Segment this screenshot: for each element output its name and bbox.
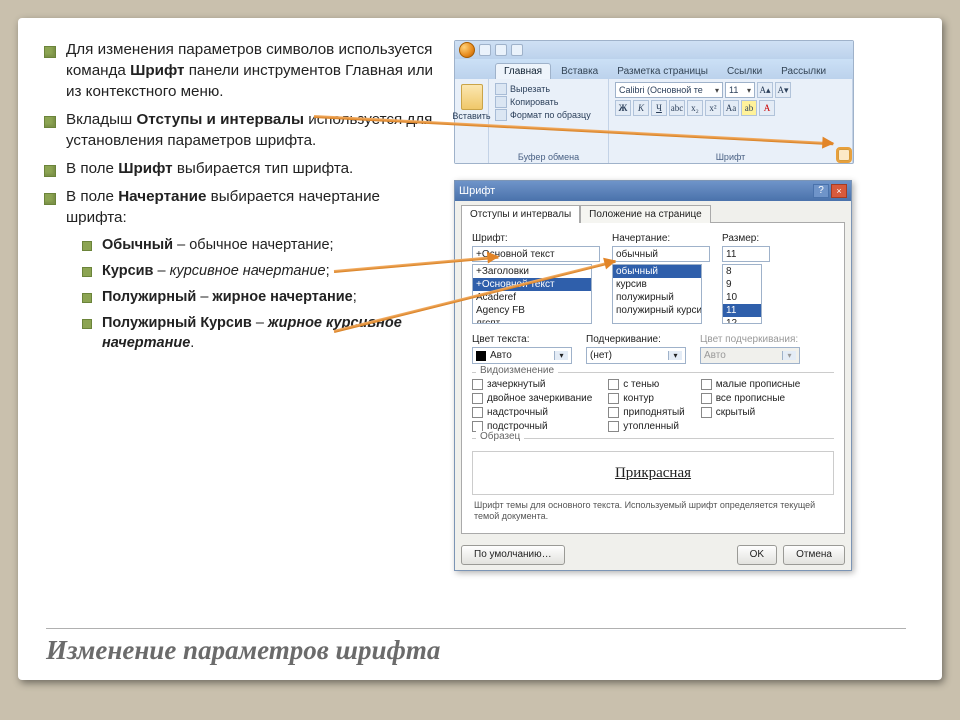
font-name-combo[interactable]: Calibri (Основной те▾: [615, 82, 723, 98]
underline-color-dropdown: Авто▾: [700, 347, 800, 364]
font-dialog: Шрифт ? × Отступы и интервалы Положение …: [454, 180, 852, 571]
highlight-icon[interactable]: ab: [741, 100, 757, 116]
color-dropdown[interactable]: Авто▾: [472, 347, 572, 364]
ok-button[interactable]: OK: [737, 545, 777, 565]
chk-super[interactable]: надстрочный: [472, 407, 592, 418]
tab-layout[interactable]: Разметка страницы: [608, 63, 717, 79]
bullet-3: В поле Шрифт выбирается тип шрифта.: [44, 159, 444, 180]
label-underline: Подчеркивание:: [586, 334, 686, 345]
slide: Для изменения параметров символов исполь…: [18, 18, 942, 680]
cut-icon[interactable]: [495, 83, 507, 95]
clipboard-group: Вырезать Копировать Формат по образцу Бу…: [489, 79, 609, 163]
chk-dstrike[interactable]: двойное зачеркивание: [472, 393, 592, 404]
format-painter-icon[interactable]: [495, 109, 507, 121]
font-group-label: Шрифт: [609, 152, 852, 162]
chk-allcaps[interactable]: все прописные: [701, 393, 801, 404]
label-font: Шрифт:: [472, 233, 600, 244]
chk-shadow[interactable]: с тенью: [608, 379, 684, 390]
sample-note: Шрифт темы для основного текста. Использ…: [474, 500, 832, 522]
tab-home[interactable]: Главная: [495, 63, 551, 79]
change-case-icon[interactable]: Aa: [723, 100, 739, 116]
copy-icon[interactable]: [495, 96, 507, 108]
italic-icon[interactable]: К: [633, 100, 649, 116]
bullet-2: Вкладыш Отступы и интервалы используется…: [44, 110, 444, 152]
font-group: Calibri (Основной те▾ 11▾ A▴ A▾ Ж К Ч ab…: [609, 79, 853, 163]
office-button-icon[interactable]: [459, 42, 475, 58]
bullet-4: В поле Начертание выбирается начертание …: [44, 187, 444, 353]
underline-icon[interactable]: Ч: [651, 100, 667, 116]
dialog-title: Шрифт: [459, 185, 495, 197]
size-input[interactable]: 11: [722, 246, 770, 262]
size-listbox[interactable]: 8 9 10 11 12: [722, 264, 762, 324]
paste-label: Вставить: [452, 111, 490, 121]
sub-2: Курсив – курсивное начертание;: [82, 261, 444, 281]
ribbon-mock: Главная Вставка Разметка страницы Ссылки…: [454, 40, 854, 164]
paste-icon: [461, 84, 483, 110]
label-color: Цвет текста:: [472, 334, 572, 345]
grow-font-icon[interactable]: A▴: [757, 82, 773, 98]
label-style: Начертание:: [612, 233, 710, 244]
cut-label[interactable]: Вырезать: [510, 84, 550, 94]
sub-1: Обычный – обычное начертание;: [82, 235, 444, 255]
chk-engrave[interactable]: утопленный: [608, 421, 684, 432]
chk-smallcaps[interactable]: малые прописные: [701, 379, 801, 390]
qat-save-icon[interactable]: [479, 44, 491, 56]
strike-icon[interactable]: abc: [669, 100, 685, 116]
paste-button[interactable]: Вставить: [455, 79, 489, 163]
tab-insert[interactable]: Вставка: [552, 63, 607, 79]
help-icon[interactable]: ?: [813, 184, 829, 198]
default-button[interactable]: По умолчанию…: [461, 545, 565, 565]
format-painter-label[interactable]: Формат по образцу: [510, 110, 591, 120]
copy-label[interactable]: Копировать: [510, 97, 558, 107]
style-input[interactable]: обычный: [612, 246, 710, 262]
underline-dropdown[interactable]: (нет)▾: [586, 347, 686, 364]
shrink-font-icon[interactable]: A▾: [775, 82, 791, 98]
subscript-icon[interactable]: x₂: [687, 100, 703, 116]
tab-mailings[interactable]: Рассылки: [772, 63, 835, 79]
chk-strike[interactable]: зачеркнутый: [472, 379, 592, 390]
qat-redo-icon[interactable]: [511, 44, 523, 56]
font-dialog-launcher-icon[interactable]: [838, 149, 850, 161]
slide-title: Изменение параметров шрифта: [46, 628, 906, 666]
sample-preview: Прикрасная: [472, 451, 834, 495]
label-size: Размер:: [722, 233, 770, 244]
illustrations: Главная Вставка Разметка страницы Ссылки…: [454, 40, 916, 560]
close-icon[interactable]: ×: [831, 184, 847, 198]
dialog-titlebar: Шрифт ? ×: [455, 181, 851, 201]
effects-group-label: Видоизменение: [476, 365, 558, 376]
sub-3: Полужирный – жирное начертание;: [82, 287, 444, 307]
bullet-1: Для изменения параметров символов исполь…: [44, 40, 444, 103]
tab-position[interactable]: Положение на странице: [580, 205, 710, 223]
superscript-icon[interactable]: x²: [705, 100, 721, 116]
bold-icon[interactable]: Ж: [615, 100, 631, 116]
chk-outline[interactable]: контур: [608, 393, 684, 404]
font-size-combo[interactable]: 11▾: [725, 82, 755, 98]
qat-undo-icon[interactable]: [495, 44, 507, 56]
tab-references[interactable]: Ссылки: [718, 63, 771, 79]
sample-group-label: Образец: [476, 431, 524, 442]
font-color-icon[interactable]: A: [759, 100, 775, 116]
cancel-button[interactable]: Отмена: [783, 545, 845, 565]
chk-emboss[interactable]: приподнятый: [608, 407, 684, 418]
chk-hidden[interactable]: скрытый: [701, 407, 801, 418]
label-underline-color: Цвет подчеркивания:: [700, 334, 800, 345]
tab-indents[interactable]: Отступы и интервалы: [461, 205, 580, 223]
style-listbox[interactable]: обычный курсив полужирный полужирный кур…: [612, 264, 702, 324]
clipboard-group-label: Буфер обмена: [489, 152, 608, 162]
